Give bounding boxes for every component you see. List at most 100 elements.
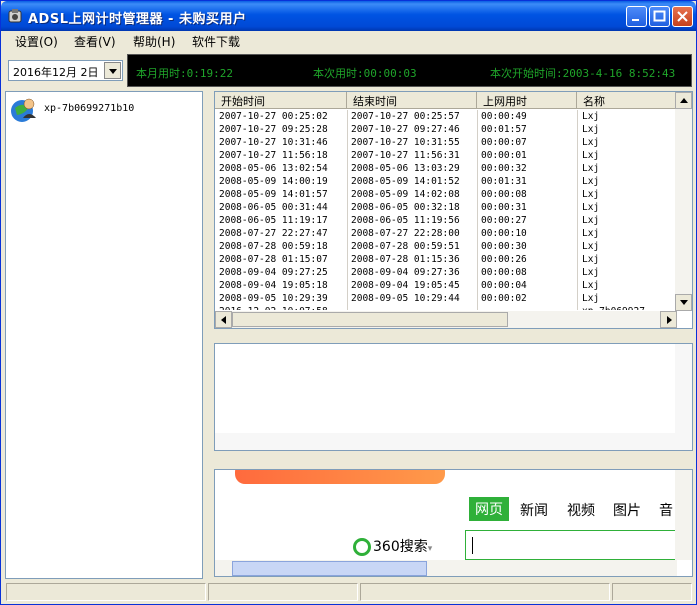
menu-view[interactable]: 查看(V): [72, 33, 118, 50]
maximize-icon: [653, 10, 666, 22]
table-cell: 2007-10-27 09:27:46: [351, 124, 460, 135]
tab-images[interactable]: 图片: [613, 500, 641, 520]
table-row[interactable]: 2007-10-27 11:56:18 2007-10-27 11:56:31 00…: [215, 149, 677, 162]
table-row[interactable]: 2007-10-27 10:31:46 2007-10-27 10:31:55 00…: [215, 136, 677, 149]
logo-text: 360搜索: [373, 539, 428, 555]
scroll-down-button[interactable]: [675, 294, 692, 311]
table-row[interactable]: 2007-10-27 09:25:28 2007-10-27 09:27:46 00…: [215, 123, 677, 136]
tab-web[interactable]: 网页: [469, 497, 509, 521]
table-cell: Lxj: [582, 150, 600, 161]
column-header-duration[interactable]: 上网用时: [477, 92, 577, 109]
table-cell: 2007-10-27 10:31:46: [219, 137, 328, 148]
status-pane: [208, 583, 358, 601]
table-row[interactable]: 2008-07-28 01:15:07 2008-07-28 01:15:36 00…: [215, 253, 677, 266]
close-button[interactable]: [672, 6, 693, 27]
column-header-start[interactable]: 开始时间: [215, 92, 347, 109]
table-cell: 2008-09-04 09:27:25: [219, 267, 328, 278]
close-icon: [677, 11, 688, 22]
table-cell: 2008-06-05 11:19:17: [219, 215, 328, 226]
table-cell: 2008-06-05 00:31:44: [219, 202, 328, 213]
date-value: 2016年12月 2日: [13, 66, 99, 79]
scroll-thumb[interactable]: [232, 561, 427, 576]
search-logo: 360搜索▾: [353, 536, 432, 556]
minimize-button[interactable]: [626, 6, 647, 27]
table-row[interactable]: 2007-10-27 00:25:02 2007-10-27 00:25:57 00…: [215, 110, 677, 123]
menu-bar: 设置(O) 查看(V) 帮助(H) 软件下载: [2, 31, 696, 51]
table-cell: 2008-09-05 10:29:39: [219, 293, 328, 304]
horizontal-scrollbar[interactable]: [215, 560, 677, 576]
maximize-button[interactable]: [649, 6, 670, 27]
table-body: 2007-10-27 00:25:02 2007-10-27 00:25:57 00…: [215, 110, 677, 310]
user-globe-icon: [11, 98, 36, 122]
table-row[interactable]: 2008-07-28 00:59:18 2008-07-28 00:59:51 00…: [215, 240, 677, 253]
table-cell: Lxj: [582, 254, 600, 265]
text-caret: [472, 537, 473, 554]
usage-table: 开始时间 结束时间 上网用时 名称 2007-10-27 00:25:02 200…: [214, 91, 693, 329]
vertical-scrollbar[interactable]: [675, 470, 692, 560]
table-cell: 2008-05-09 14:01:52: [351, 176, 460, 187]
promo-banner[interactable]: [235, 470, 445, 484]
arrow-left-icon: [221, 316, 226, 324]
table-cell: Lxj: [582, 189, 600, 200]
scroll-thumb[interactable]: [232, 312, 508, 327]
table-cell: 2008-09-04 19:05:18: [219, 280, 328, 291]
tab-news[interactable]: 新闻: [520, 500, 548, 520]
date-picker[interactable]: 2016年12月 2日: [8, 60, 123, 81]
status-pane: [612, 583, 692, 601]
table-row[interactable]: 2008-05-09 14:00:19 2008-05-09 14:01:52 00…: [215, 175, 677, 188]
table-cell: Lxj: [582, 176, 600, 187]
month-used-time: 本月用时:0:19:22: [136, 67, 233, 80]
table-cell: 2008-09-04 19:05:45: [351, 280, 460, 291]
chevron-down-icon[interactable]: [104, 62, 121, 79]
table-cell: 2008-07-28 01:15:07: [219, 254, 328, 265]
table-cell: 00:00:49: [481, 111, 527, 122]
table-cell: Lxj: [582, 280, 600, 291]
scroll-up-button[interactable]: [675, 92, 692, 109]
table-row[interactable]: 2008-05-09 14:01:57 2008-05-09 14:02:08 00…: [215, 188, 677, 201]
table-row[interactable]: 2008-09-05 10:29:39 2008-09-05 10:29:44 00…: [215, 292, 677, 305]
table-row[interactable]: 2008-06-05 00:31:44 2008-06-05 00:32:18 00…: [215, 201, 677, 214]
tab-music[interactable]: 音: [659, 500, 673, 520]
minimize-icon: [632, 19, 639, 21]
table-row[interactable]: 2008-05-06 13:02:54 2008-05-06 13:03:29 00…: [215, 162, 677, 175]
menu-help[interactable]: 帮助(H): [131, 33, 177, 50]
search-input[interactable]: [465, 530, 685, 560]
table-cell: 00:00:07: [481, 137, 527, 148]
table-cell: Lxj: [582, 215, 600, 226]
table-row[interactable]: 2008-09-04 19:05:18 2008-09-04 19:05:45 00…: [215, 279, 677, 292]
table-row[interactable]: 2008-07-27 22:27:47 2008-07-27 22:28:00 00…: [215, 227, 677, 240]
status-bar: [2, 581, 696, 603]
table-cell: Lxj: [582, 293, 600, 304]
vertical-scrollbar[interactable]: [675, 92, 692, 311]
table-cell: 00:00:08: [481, 189, 527, 200]
table-cell: 00:01:57: [481, 124, 527, 135]
time-display: 本月用时:0:19:22 本次用时:00:00:03 本次开始时间:2003-4…: [127, 54, 692, 87]
arrow-down-icon: [680, 300, 688, 305]
table-cell: 2008-05-09 14:01:57: [219, 189, 328, 200]
table-cell: 2008-05-06 13:03:29: [351, 163, 460, 174]
session-start-time: 本次开始时间:2003-4-16 8:52:43: [490, 67, 676, 80]
table-row[interactable]: 2016-12-02 10:07:58 xp-7b069927: [215, 305, 677, 310]
table-row[interactable]: 2008-06-05 11:19:17 2008-06-05 11:19:56 00…: [215, 214, 677, 227]
vertical-scrollbar[interactable]: [675, 344, 692, 450]
horizontal-scrollbar[interactable]: [215, 311, 677, 328]
chevron-down-icon[interactable]: ▾: [428, 544, 433, 554]
column-header-end[interactable]: 结束时间: [347, 92, 477, 109]
scroll-left-button[interactable]: [215, 311, 232, 328]
table-cell: Lxj: [582, 267, 600, 278]
table-cell: 2008-07-27 22:27:47: [219, 228, 328, 239]
title-bar[interactable]: ADSL上网计时管理器 - 未购买用户: [1, 1, 696, 31]
arrow-up-icon: [680, 98, 688, 103]
menu-settings[interactable]: 设置(O): [13, 33, 60, 50]
scroll-right-button[interactable]: [660, 311, 677, 328]
session-used-time: 本次用时:00:00:03: [313, 67, 417, 80]
menu-download[interactable]: 软件下载: [190, 33, 242, 50]
table-row[interactable]: 2008-09-04 09:27:25 2008-09-04 09:27:36 00…: [215, 266, 677, 279]
table-cell: Lxj: [582, 124, 600, 135]
tab-video[interactable]: 视频: [567, 500, 595, 520]
table-cell: 2008-07-28 00:59:51: [351, 241, 460, 252]
window-title: ADSL上网计时管理器 - 未购买用户: [28, 12, 247, 27]
horizontal-scrollbar[interactable]: [215, 433, 675, 450]
table-cell: 00:00:10: [481, 228, 527, 239]
column-header-name[interactable]: 名称: [577, 92, 677, 109]
